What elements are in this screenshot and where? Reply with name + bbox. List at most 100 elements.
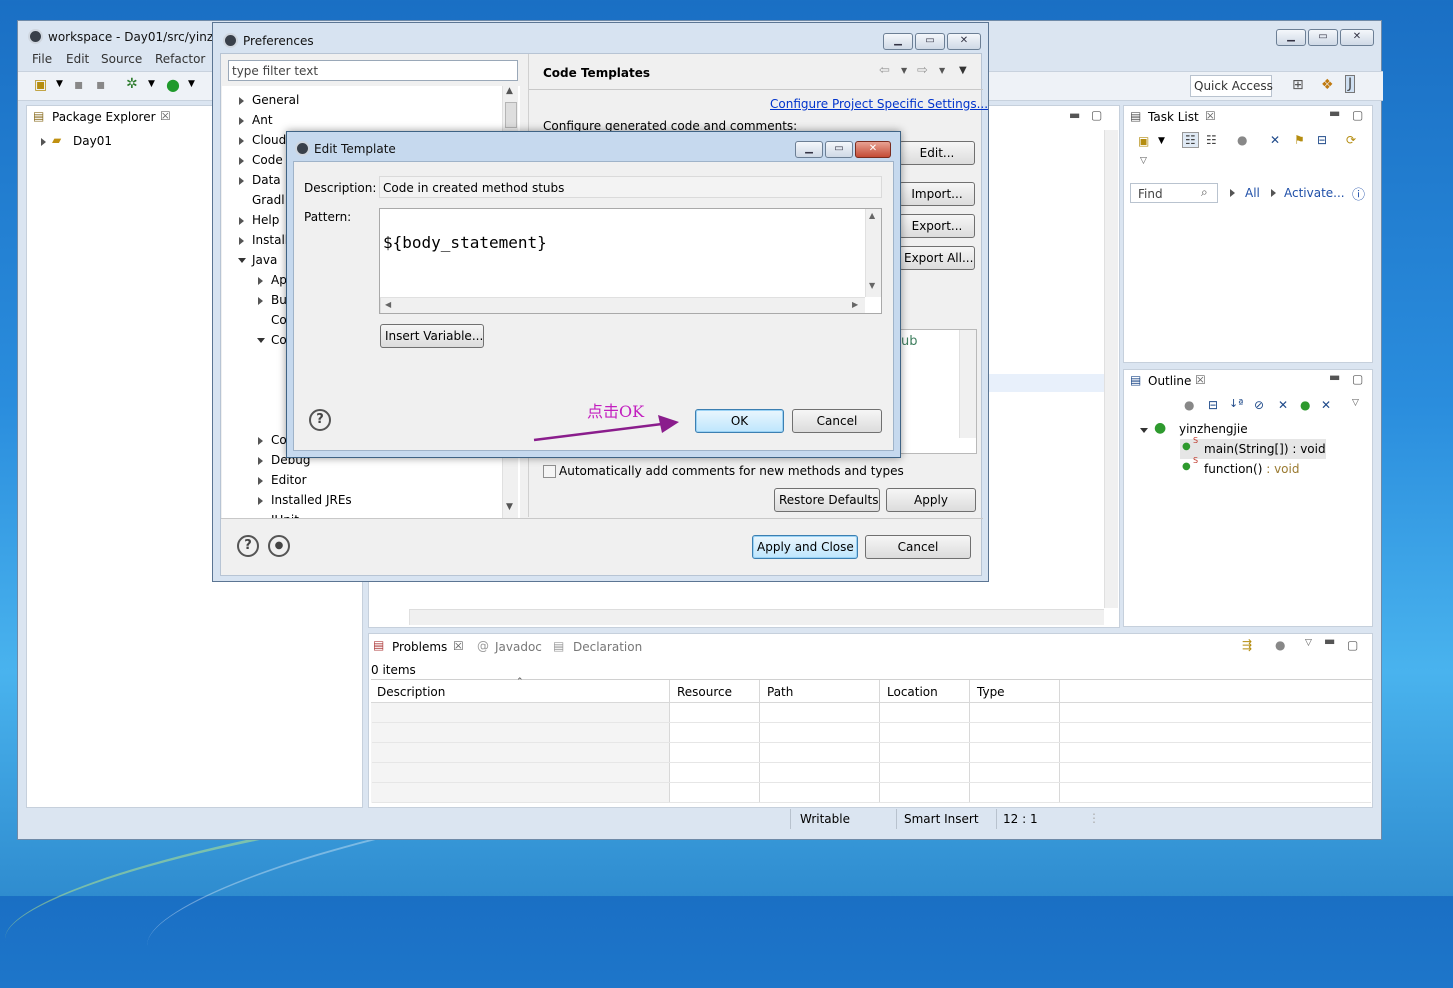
task-activate-link[interactable]: Activate... [1284, 186, 1345, 200]
declaration-tab[interactable]: Declaration [573, 640, 642, 654]
minimize-view-icon[interactable]: ▬ [1324, 634, 1335, 648]
maximize-button[interactable]: ▭ [825, 141, 853, 158]
project-day01[interactable]: Day01 [73, 134, 112, 148]
expand-icon[interactable] [239, 97, 244, 105]
problems-tab[interactable]: Problems [392, 640, 447, 654]
restore-defaults-button[interactable]: Restore Defaults [774, 488, 880, 512]
export-icon[interactable]: ⇶ [1242, 638, 1252, 652]
sync-icon[interactable]: ⟳ [1346, 133, 1356, 147]
import-button[interactable]: Import... [899, 182, 975, 206]
pattern-editor[interactable]: ${body_statement} ▲ ▼ ◀ ▶ [379, 208, 882, 314]
filter-icon[interactable]: ● [1275, 638, 1285, 652]
record-icon[interactable]: ● [268, 535, 290, 557]
tree-item-general[interactable]: General [252, 93, 299, 107]
col-type[interactable]: Type [977, 685, 1005, 699]
collapse-icon[interactable] [257, 338, 265, 343]
editor-horizontal-scrollbar[interactable] [409, 609, 1104, 625]
scroll-down-icon[interactable]: ▼ [869, 281, 875, 290]
close-icon[interactable]: ☒ [160, 109, 171, 123]
package-explorer-tab[interactable]: Package Explorer [52, 110, 156, 124]
tree-item-editor[interactable]: Editor [271, 473, 307, 487]
tree-item-appearance[interactable]: Ap [271, 273, 287, 287]
dropdown-icon[interactable]: ▼ [148, 79, 155, 89]
preferences-cancel-button[interactable]: Cancel [865, 535, 971, 559]
col-resource[interactable]: Resource [677, 685, 732, 699]
expand-icon[interactable] [41, 138, 46, 146]
apply-button[interactable]: Apply [886, 488, 976, 512]
task-all-link[interactable]: All [1245, 186, 1260, 200]
outline-tab[interactable]: Outline [1148, 374, 1191, 388]
expand-icon[interactable] [239, 157, 244, 165]
expand-icon[interactable] [239, 217, 244, 225]
auto-comments-checkbox[interactable] [543, 465, 556, 478]
hide-nonpublic-icon[interactable]: ● [1300, 398, 1310, 412]
categorized-icon[interactable]: ☷ [1182, 132, 1199, 148]
col-description[interactable]: Description [377, 685, 445, 699]
help-icon[interactable]: ? [237, 535, 259, 557]
maximize-view-icon[interactable]: ▢ [1091, 108, 1102, 122]
view-menu-icon[interactable]: ▽ [1305, 638, 1312, 648]
col-path[interactable]: Path [767, 685, 793, 699]
expand-icon[interactable] [258, 497, 263, 505]
minimize-button[interactable]: ▁ [883, 33, 913, 50]
help-icon[interactable]: ⓘ [1352, 184, 1365, 203]
col-location[interactable]: Location [887, 685, 938, 699]
minimize-button[interactable]: ▁ [795, 141, 823, 158]
tree-item-compiler[interactable]: Co [271, 313, 287, 327]
preview-scrollbar[interactable] [959, 330, 976, 438]
back-icon[interactable]: ⇦ [879, 63, 890, 78]
menu-refactor[interactable]: Refactor [155, 52, 205, 66]
pattern-horizontal-scrollbar[interactable]: ◀ ▶ [380, 297, 865, 313]
expand-icon[interactable] [239, 177, 244, 185]
task-find-field[interactable]: Find ⌕ [1130, 183, 1218, 203]
java-perspective-icon[interactable]: J [1345, 75, 1356, 93]
scroll-up-icon[interactable]: ▲ [506, 86, 513, 96]
tree-item-ant[interactable]: Ant [252, 113, 273, 127]
dropdown-icon[interactable]: ▼ [1158, 136, 1165, 146]
javadoc-tab[interactable]: Javadoc [495, 640, 542, 654]
save-icon[interactable]: ▪ [74, 77, 84, 93]
description-field[interactable]: Code in created method stubs [379, 176, 882, 198]
view-menu-icon[interactable]: ▽ [1140, 156, 1147, 166]
editor-vertical-scrollbar[interactable] [1104, 130, 1118, 608]
new-icon[interactable]: ▣ [34, 77, 47, 93]
debug-icon[interactable]: ✲ [126, 76, 138, 92]
scroll-left-icon[interactable]: ◀ [385, 300, 391, 309]
maximize-button[interactable]: ▭ [1308, 29, 1338, 46]
quick-access-field[interactable]: Quick Access [1190, 75, 1273, 97]
hide-fields-icon[interactable]: ⊘ [1254, 398, 1264, 412]
maximize-view-icon[interactable]: ▢ [1352, 108, 1363, 122]
expand-icon[interactable] [258, 297, 263, 305]
tree-item-help[interactable]: Help [252, 213, 279, 227]
minimize-view-icon[interactable]: ▬ [1329, 370, 1340, 384]
expand-icon[interactable] [258, 457, 263, 465]
collapse-all-icon[interactable]: ⊟ [1317, 133, 1327, 147]
close-icon[interactable]: ☒ [1195, 373, 1206, 387]
outline-method-function[interactable]: function() : void [1204, 462, 1299, 476]
focus-icon[interactable]: ⚑ [1294, 133, 1305, 147]
save-all-icon[interactable]: ▪ [96, 77, 106, 93]
new-task-icon[interactable]: ▣ [1138, 134, 1149, 148]
maximize-view-icon[interactable]: ▢ [1352, 372, 1363, 386]
tree-item-build-path[interactable]: Bu [271, 293, 287, 307]
tree-item-install[interactable]: Install [252, 233, 288, 247]
insert-variable-button[interactable]: Insert Variable... [380, 324, 484, 348]
scroll-up-icon[interactable]: ▲ [869, 211, 875, 220]
scroll-thumb[interactable] [505, 102, 517, 128]
pattern-vertical-scrollbar[interactable]: ▲ ▼ [865, 209, 881, 297]
java-ee-perspective-icon[interactable]: ❖ [1321, 77, 1334, 93]
expand-icon[interactable] [239, 117, 244, 125]
tree-item-content-assist[interactable]: Co [271, 433, 287, 447]
cancel-button[interactable]: Cancel [792, 409, 882, 433]
close-button[interactable]: ✕ [1340, 29, 1374, 46]
view-menu-icon[interactable]: ▽ [1352, 398, 1359, 408]
minimize-view-icon[interactable]: ▬ [1069, 108, 1080, 122]
help-icon[interactable]: ? [309, 409, 331, 431]
hide-local-types-icon[interactable]: ✕ [1321, 398, 1331, 412]
dropdown-icon[interactable]: ▼ [901, 66, 907, 75]
close-icon[interactable]: ☒ [453, 639, 464, 653]
tree-item-data[interactable]: Data [252, 173, 281, 187]
collapse-icon[interactable] [1140, 428, 1148, 433]
dropdown-icon[interactable]: ▼ [939, 66, 945, 75]
task-list-tab[interactable]: Task List [1148, 110, 1199, 124]
